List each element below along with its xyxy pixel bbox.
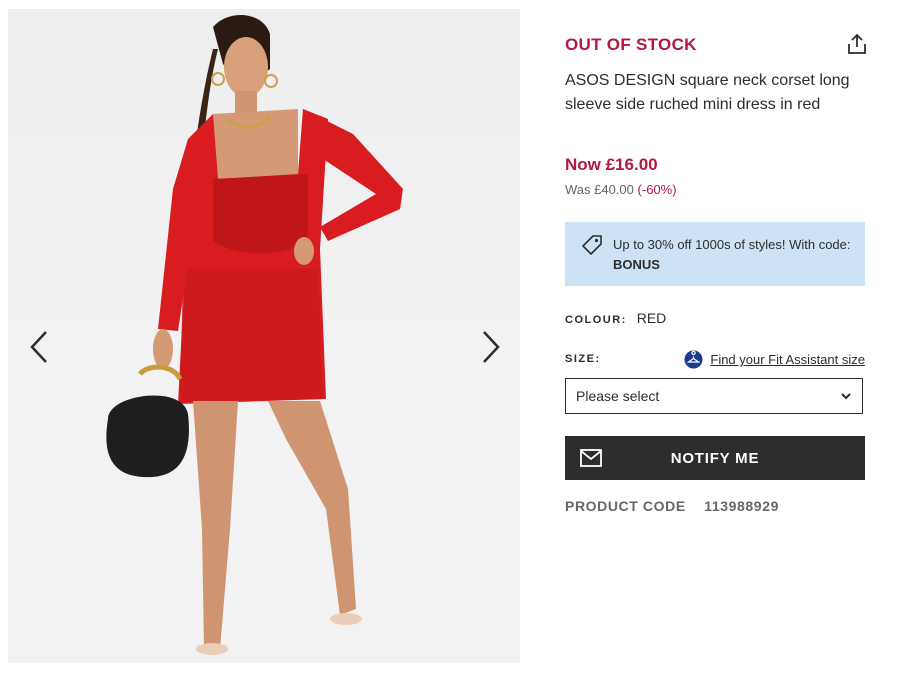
colour-label: COLOUR: <box>565 314 627 326</box>
promo-text: Up to 30% off 1000s of styles! With code… <box>613 235 853 275</box>
current-price: Now £16.00 <box>565 155 658 174</box>
product-image-gallery <box>8 9 520 663</box>
product-photo <box>8 14 520 663</box>
fit-assistant-link[interactable]: Find your Fit Assistant size <box>684 350 865 369</box>
share-button[interactable] <box>846 33 868 55</box>
next-image-button[interactable] <box>476 327 506 367</box>
notify-me-label: NOTIFY ME <box>670 449 760 467</box>
stock-status: OUT OF STOCK <box>565 35 697 54</box>
size-select[interactable]: Please select <box>565 378 863 414</box>
mail-icon <box>580 449 602 467</box>
promo-code: BONUS <box>613 257 660 272</box>
previous-price: Was £40.00 (-60%) <box>565 182 677 197</box>
fit-assistant-label: Find your Fit Assistant size <box>710 352 865 367</box>
product-code-label: PRODUCT CODE <box>565 498 686 514</box>
promo-banner: Up to 30% off 1000s of styles! With code… <box>565 222 865 286</box>
colour-row: COLOUR: RED <box>565 310 666 326</box>
notify-me-button[interactable]: NOTIFY ME <box>565 436 865 480</box>
size-label: SIZE: <box>565 353 601 365</box>
colour-value: RED <box>636 310 667 326</box>
size-select-value: Please select <box>576 388 660 404</box>
was-price: Was £40.00 <box>565 182 634 197</box>
previous-image-button[interactable] <box>24 327 54 367</box>
product-title: ASOS DESIGN square neck corset long slee… <box>565 72 850 113</box>
tag-icon <box>581 235 602 256</box>
chevron-right-icon <box>483 331 500 363</box>
product-code-value: 113988929 <box>704 498 779 514</box>
share-icon <box>848 33 866 54</box>
chevron-left-icon <box>30 331 47 363</box>
fit-assistant-icon <box>684 350 703 369</box>
chevron-down-icon <box>841 393 851 400</box>
discount-percent: (-60%) <box>637 182 677 197</box>
product-code: PRODUCT CODE 113988929 <box>565 498 779 514</box>
promo-message: Up to 30% off 1000s of styles! With code… <box>613 237 851 252</box>
